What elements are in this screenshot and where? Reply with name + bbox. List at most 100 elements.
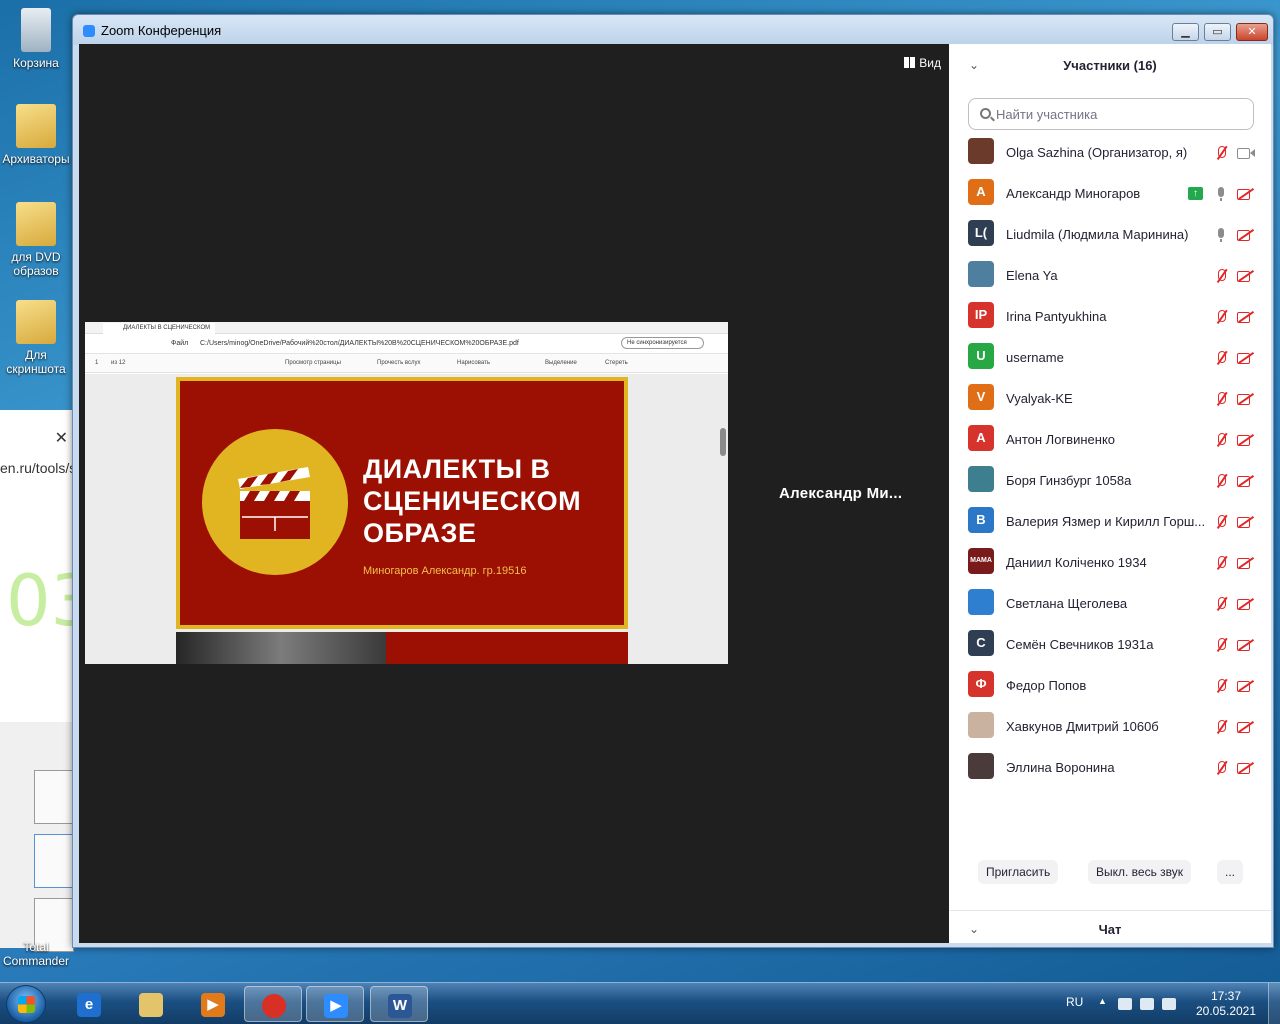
- mic-muted-icon[interactable]: [1213, 474, 1229, 488]
- participant-name: Валерия Язмер и Кирилл Горш...: [1006, 514, 1206, 529]
- minimize-button[interactable]: ▁: [1172, 23, 1199, 41]
- camera-off-icon[interactable]: [1237, 310, 1253, 324]
- participant-row[interactable]: Эллина Воронина: [949, 747, 1271, 788]
- mic-muted-icon[interactable]: [1213, 638, 1229, 652]
- shared-screen[interactable]: ДИАЛЕКТЫ В СЦЕНИЧЕСКОМ Файл C:/Users/min…: [85, 322, 728, 664]
- camera-off-icon[interactable]: [1237, 187, 1253, 201]
- desktop-icon-screenshots[interactable]: Для скриншота: [0, 300, 72, 376]
- mic-muted-icon[interactable]: [1213, 269, 1229, 283]
- taskbar-file-explorer[interactable]: [122, 986, 180, 1022]
- participants-header: ⌄ Участники (16): [949, 44, 1271, 88]
- participant-search[interactable]: [968, 98, 1254, 130]
- participant-row[interactable]: A Антон Логвиненко: [949, 419, 1271, 460]
- camera-off-icon[interactable]: [1237, 556, 1253, 570]
- desktop-icon-total-commander[interactable]: Total Commander: [0, 940, 72, 968]
- participant-row[interactable]: MAMA Даниил Коліченко 1934: [949, 542, 1271, 583]
- participant-row[interactable]: Uusername: [949, 337, 1271, 378]
- close-icon[interactable]: ✕: [55, 428, 68, 448]
- camera-off-icon[interactable]: [1237, 269, 1253, 283]
- participant-row[interactable]: C Семён Свечников 1931а: [949, 624, 1271, 665]
- participant-row[interactable]: Olga Sazhina (Организатор, я): [949, 132, 1271, 173]
- slide-heading-line: СЦЕНИЧЕСКОМ: [363, 486, 582, 516]
- participant-row[interactable]: B Валерия Язмер и Кирилл Горш...: [949, 501, 1271, 542]
- participant-row[interactable]: Ф Федор Попов: [949, 665, 1271, 706]
- mic-muted-icon[interactable]: [1213, 351, 1229, 365]
- background-panel: [0, 722, 74, 952]
- mic-icon[interactable]: [1213, 187, 1229, 201]
- participant-row[interactable]: V Vyalyak-KE: [949, 378, 1271, 419]
- participant-row[interactable]: Хавкунов Дмитрий 1060б: [949, 706, 1271, 747]
- camera-off-icon[interactable]: [1237, 351, 1253, 365]
- maximize-button[interactable]: ▭: [1204, 23, 1231, 41]
- grid-icon: [904, 57, 916, 68]
- desktop-icon-dvd[interactable]: для DVD образов: [0, 202, 72, 278]
- mic-muted-icon[interactable]: [1213, 597, 1229, 611]
- network-icon[interactable]: [1140, 998, 1154, 1010]
- show-desktop-button[interactable]: [1268, 983, 1280, 1024]
- mic-muted-icon[interactable]: [1213, 556, 1229, 570]
- more-button[interactable]: ...: [1217, 860, 1244, 884]
- start-button[interactable]: [6, 985, 46, 1023]
- participant-row[interactable]: IP Irina Pantyukhina: [949, 296, 1271, 337]
- camera-off-icon[interactable]: [1237, 474, 1253, 488]
- desktop-icon-recycle-bin[interactable]: Корзина: [0, 8, 72, 70]
- slide-second-page: [176, 632, 628, 664]
- camera-off-icon[interactable]: [1237, 433, 1253, 447]
- desktop-icon-archivers[interactable]: Архиваторы: [0, 104, 72, 166]
- participant-row[interactable]: L(Liudmila (Людмила Маринина): [949, 214, 1271, 255]
- camera-off-icon[interactable]: [1237, 392, 1253, 406]
- camera-icon[interactable]: [1237, 146, 1255, 160]
- camera-off-icon[interactable]: [1237, 597, 1253, 611]
- participant-row[interactable]: Светлана Щеголева: [949, 583, 1271, 624]
- camera-off-icon[interactable]: [1237, 761, 1253, 775]
- mic-muted-icon[interactable]: [1213, 761, 1229, 775]
- clock-date: 20.05.2021: [1195, 1004, 1257, 1018]
- avatar: Ф: [968, 671, 994, 697]
- avatar: [968, 261, 994, 287]
- search-icon: [980, 108, 991, 119]
- close-button[interactable]: ✕: [1236, 23, 1268, 41]
- mute-all-button[interactable]: Выкл. весь звук: [1088, 860, 1192, 884]
- chat-header[interactable]: ⌄ Чат: [949, 910, 1271, 943]
- view-label: Вид: [919, 56, 941, 70]
- mic-muted-icon[interactable]: [1213, 515, 1229, 529]
- view-button[interactable]: Вид: [904, 56, 941, 70]
- invite-button[interactable]: Пригласить: [978, 860, 1059, 884]
- zoom-icon: ▶: [324, 994, 348, 1018]
- mic-muted-icon[interactable]: [1213, 392, 1229, 406]
- camera-off-icon[interactable]: [1237, 638, 1253, 652]
- folder-icon: [16, 300, 56, 344]
- background-browser-window[interactable]: ✕ en.ru/tools/s 03: [0, 410, 72, 722]
- title-bar[interactable]: Zoom Конференция ▁ ▭ ✕: [73, 15, 1273, 45]
- zoom-window: Zoom Конференция ▁ ▭ ✕ Вид ДИАЛЕКТЫ В СЦ…: [72, 14, 1274, 948]
- taskbar-zoom[interactable]: ▶: [306, 986, 364, 1022]
- participant-search-input[interactable]: [996, 104, 1246, 124]
- taskbar-internet-explorer[interactable]: e: [60, 986, 118, 1022]
- pdf-scrollbar[interactable]: [720, 428, 726, 456]
- mic-icon[interactable]: [1213, 228, 1229, 242]
- action-center-icon[interactable]: [1118, 998, 1132, 1010]
- participant-row[interactable]: A Александр Миногаров ↑: [949, 173, 1271, 214]
- avatar: [968, 589, 994, 615]
- active-speaker-name: Александр Ми...: [779, 485, 903, 502]
- volume-icon[interactable]: [1162, 998, 1176, 1010]
- camera-off-icon[interactable]: [1237, 720, 1253, 734]
- mic-muted-icon[interactable]: [1213, 433, 1229, 447]
- folder-icon: [16, 104, 56, 148]
- taskbar-chrome[interactable]: [244, 986, 302, 1022]
- language-indicator[interactable]: RU: [1066, 995, 1083, 1009]
- show-hidden-icons[interactable]: ▲: [1098, 996, 1107, 1006]
- clock[interactable]: 17:37 20.05.2021: [1190, 989, 1262, 1019]
- camera-off-icon[interactable]: [1237, 228, 1253, 242]
- mic-muted-icon[interactable]: [1213, 720, 1229, 734]
- taskbar-media-player[interactable]: ▶: [184, 986, 242, 1022]
- camera-off-icon[interactable]: [1237, 679, 1253, 693]
- file-label: Файл: [171, 340, 189, 347]
- taskbar-word[interactable]: W: [370, 986, 428, 1022]
- camera-off-icon[interactable]: [1237, 515, 1253, 529]
- participant-row[interactable]: Elena Ya: [949, 255, 1271, 296]
- mic-muted-icon[interactable]: [1213, 679, 1229, 693]
- mic-muted-icon[interactable]: [1213, 310, 1229, 324]
- participant-row[interactable]: Боря Гинзбург 1058а: [949, 460, 1271, 501]
- mic-muted-icon[interactable]: [1213, 146, 1229, 160]
